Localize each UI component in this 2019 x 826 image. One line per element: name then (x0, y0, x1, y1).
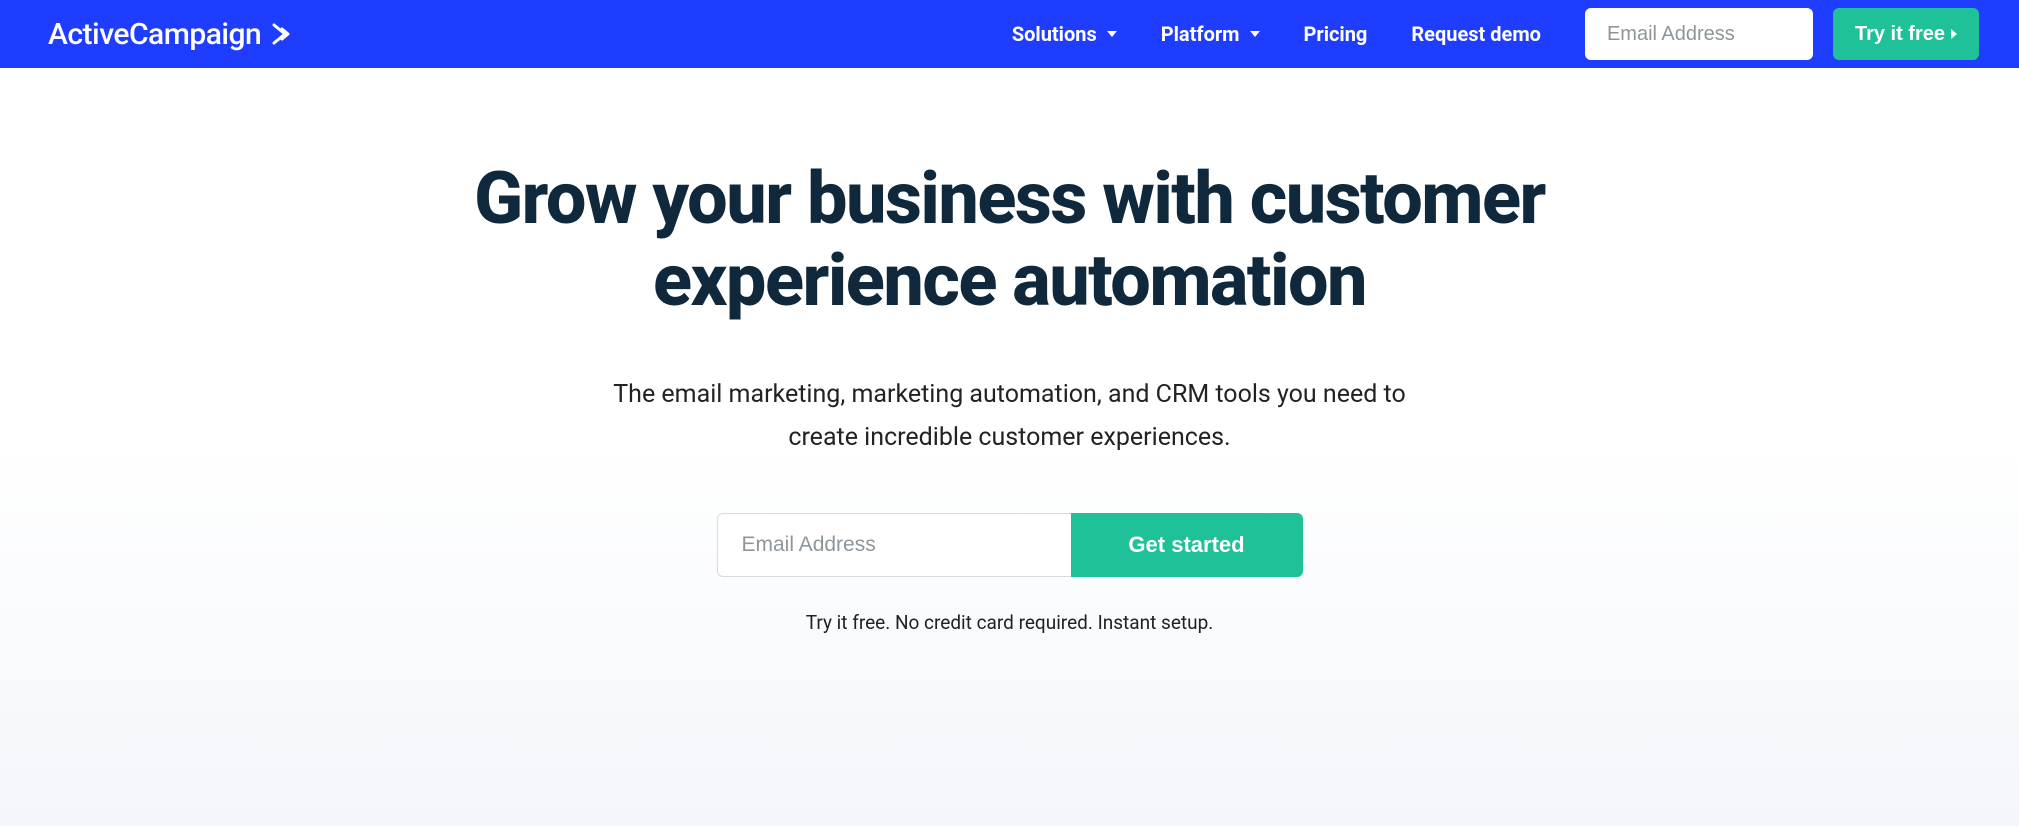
nav-pricing-label: Pricing (1304, 22, 1368, 46)
hero-signup-form: Get started (0, 513, 2019, 577)
hero-title: Grow your business with customer experie… (360, 158, 1660, 322)
logo-text: ActiveCampaign (48, 17, 261, 52)
get-started-button[interactable]: Get started (1071, 513, 1303, 577)
caret-down-icon (1250, 31, 1260, 37)
caret-right-icon (1951, 29, 1957, 39)
site-header: ActiveCampaign Solutions Platform Pricin… (0, 0, 2019, 68)
nav-platform[interactable]: Platform (1161, 22, 1260, 46)
hero-subtitle: The email marketing, marketing automatio… (600, 374, 1420, 459)
header-email-input[interactable] (1585, 8, 1813, 60)
try-it-free-label: Try it free (1855, 23, 1945, 46)
hero-footnote: Try it free. No credit card required. In… (0, 611, 2019, 634)
hero-section: Grow your business with customer experie… (0, 68, 2019, 826)
nav-pricing[interactable]: Pricing (1304, 22, 1368, 46)
nav-solutions[interactable]: Solutions (1012, 22, 1117, 46)
primary-nav: Solutions Platform Pricing Request demo (1012, 22, 1541, 46)
caret-down-icon (1107, 31, 1117, 37)
try-it-free-button[interactable]: Try it free (1833, 8, 1979, 60)
nav-solutions-label: Solutions (1012, 22, 1097, 46)
nav-request-demo-label: Request demo (1411, 22, 1541, 46)
header-cta-group: Try it free (1585, 8, 1979, 60)
nav-platform-label: Platform (1161, 22, 1240, 46)
nav-request-demo[interactable]: Request demo (1411, 22, 1541, 46)
logo-chevron-icon (271, 22, 295, 46)
hero-email-input[interactable] (717, 513, 1071, 577)
brand-logo[interactable]: ActiveCampaign (48, 17, 295, 52)
